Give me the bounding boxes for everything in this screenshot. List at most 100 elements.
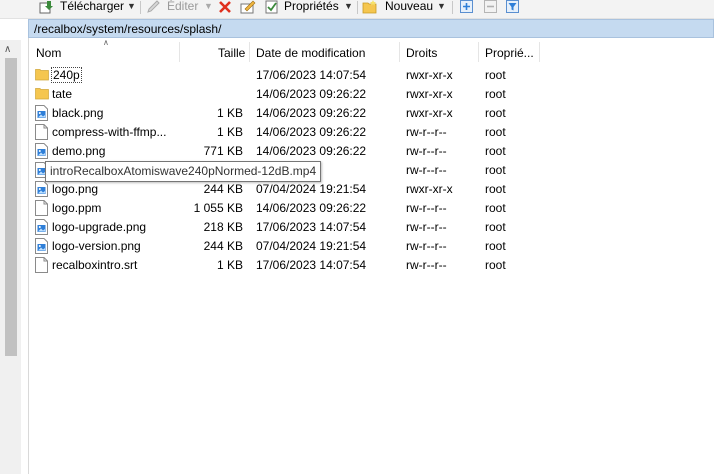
file-modified-date: 14/06/2023 09:26:22 — [256, 87, 367, 101]
file-owner: root — [485, 258, 506, 272]
file-owner: root — [485, 68, 506, 82]
vertical-scrollbar[interactable]: ∧ — [0, 40, 21, 474]
file-rights: rw-r--r-- — [406, 163, 447, 177]
file-modified-date: 07/04/2024 19:21:54 — [256, 182, 367, 196]
path-bar[interactable]: /recalbox/system/resources/splash/ — [28, 19, 714, 38]
file-icon — [35, 200, 48, 216]
file-rights: rwxr-xr-x — [406, 106, 453, 120]
toolbar-separator — [452, 1, 453, 14]
edit-icon — [147, 0, 160, 13]
delete-button[interactable] — [218, 0, 234, 16]
properties-button[interactable]: Propriétés ▼ — [264, 0, 356, 16]
file-rights: rw-r--r-- — [406, 125, 447, 139]
file-size: 1 KB — [216, 125, 243, 139]
file-row[interactable]: demo.png 771 KB 14/06/2023 09:26:22 rw-r--r… — [29, 142, 714, 161]
file-owner: root — [485, 182, 506, 196]
file-rights: rwxr-xr-x — [406, 182, 453, 196]
new-button[interactable]: Nouveau ▼ — [362, 0, 448, 16]
file-owner: root — [485, 106, 506, 120]
file-size: 244 KB — [203, 239, 243, 253]
file-modified-date: 17/06/2023 14:07:54 — [256, 220, 367, 234]
file-icon — [35, 257, 48, 273]
scrollbar-thumb[interactable] — [5, 58, 17, 356]
filter-icon — [506, 0, 519, 13]
column-separator[interactable] — [478, 42, 479, 62]
column-header-size[interactable]: Taille — [218, 46, 245, 60]
file-size: 771 KB — [203, 144, 243, 158]
file-rights: rw-r--r-- — [406, 258, 447, 272]
new-dropdown-arrow[interactable]: ▼ — [437, 0, 446, 13]
file-rights: rw-r--r-- — [406, 144, 447, 158]
file-name: compress-with-ffmp... — [52, 125, 167, 139]
image-file-icon — [35, 238, 48, 254]
file-row[interactable]: logo-upgrade.png 218 KB 17/06/2023 14:07:5… — [29, 218, 714, 237]
file-row[interactable]: tate 14/06/2023 09:26:22 rwxr-xr-x root — [29, 85, 714, 104]
image-file-icon — [35, 219, 48, 235]
download-icon — [39, 1, 53, 14]
file-row[interactable]: 240p 17/06/2023 14:07:54 rwxr-xr-x root — [29, 66, 714, 85]
rename-button[interactable] — [240, 0, 256, 16]
column-separator[interactable] — [399, 42, 400, 62]
delete-icon — [219, 1, 231, 13]
edit-dropdown-arrow[interactable]: ▼ — [204, 0, 213, 13]
file-size: 244 KB — [203, 182, 243, 196]
download-button[interactable]: Télécharger ▼ — [36, 0, 136, 16]
file-owner: root — [485, 201, 506, 215]
filter-button[interactable] — [506, 0, 520, 16]
file-size: 1 KB — [216, 106, 243, 120]
filename-tooltip: introRecalboxAtomiswave240pNormed-12dB.m… — [45, 161, 322, 182]
column-separator[interactable] — [179, 42, 180, 62]
file-row[interactable]: logo.ppm 1 055 KB 14/06/2023 09:26:22 rw-r-… — [29, 199, 714, 218]
file-row[interactable]: recalboxintro.srt 1 KB 17/06/2023 14:07:54… — [29, 256, 714, 275]
file-name: logo.png — [52, 182, 99, 196]
column-separator[interactable] — [539, 42, 540, 62]
plus-icon — [460, 0, 473, 13]
file-name: recalboxintro.srt — [52, 258, 138, 272]
column-header-name[interactable]: Nom — [36, 46, 61, 60]
file-row[interactable]: logo-version.png 244 KB 07/04/2024 19:21:5… — [29, 237, 714, 256]
file-name: logo-version.png — [52, 239, 141, 253]
file-row[interactable]: compress-with-ffmp... 1 KB 14/06/2023 09:2… — [29, 123, 714, 142]
edit-button[interactable]: Éditer ▼ — [146, 0, 213, 16]
scroll-up-arrow-icon[interactable]: ∧ — [4, 44, 11, 55]
folder-icon — [35, 86, 49, 102]
properties-dropdown-arrow[interactable]: ▼ — [344, 0, 353, 13]
file-modified-date: 14/06/2023 09:26:22 — [256, 106, 367, 120]
column-header-modified[interactable]: Date de modification — [256, 46, 365, 60]
file-size: 218 KB — [203, 220, 243, 234]
file-modified-date: 14/06/2023 09:26:22 — [256, 125, 367, 139]
folder-icon — [35, 67, 49, 83]
file-owner: root — [485, 239, 506, 253]
file-owner: root — [485, 144, 506, 158]
file-rights: rwxr-xr-x — [406, 68, 453, 82]
toolbar-separator — [357, 1, 358, 14]
column-separator[interactable] — [249, 42, 250, 62]
image-file-icon — [35, 181, 48, 197]
sort-ascending-icon: ∧ — [103, 38, 109, 47]
file-owner: root — [485, 125, 506, 139]
file-row[interactable]: logo.png 244 KB 07/04/2024 19:21:54 rwxr-xr… — [29, 180, 714, 199]
file-name: tate — [52, 87, 73, 101]
new-folder-icon — [362, 0, 377, 14]
download-label: Télécharger — [60, 0, 125, 13]
path-text: /recalbox/system/resources/splash/ — [34, 22, 222, 36]
column-header-rights[interactable]: Droits — [406, 46, 437, 60]
file-size: 1 KB — [216, 258, 243, 272]
file-name: demo.png — [52, 144, 106, 158]
remove-button[interactable] — [484, 0, 498, 16]
column-header-owner[interactable]: Proprié... — [485, 46, 534, 60]
file-name: black.png — [52, 106, 104, 120]
file-row[interactable]: black.png 1 KB 14/06/2023 09:26:22 rwxr-xr-… — [29, 104, 714, 123]
add-button[interactable] — [460, 0, 474, 16]
file-modified-date: 14/06/2023 09:26:22 — [256, 201, 367, 215]
file-owner: root — [485, 163, 506, 177]
file-owner: root — [485, 87, 506, 101]
download-dropdown-arrow[interactable]: ▼ — [127, 0, 136, 13]
file-modified-date: 17/06/2023 14:07:54 — [256, 68, 367, 82]
new-label: Nouveau — [385, 0, 434, 13]
toolbar-separator — [140, 1, 141, 14]
file-name: logo.ppm — [52, 201, 102, 215]
file-rights: rw-r--r-- — [406, 201, 447, 215]
file-icon — [35, 124, 48, 140]
properties-label: Propriétés — [284, 0, 339, 13]
